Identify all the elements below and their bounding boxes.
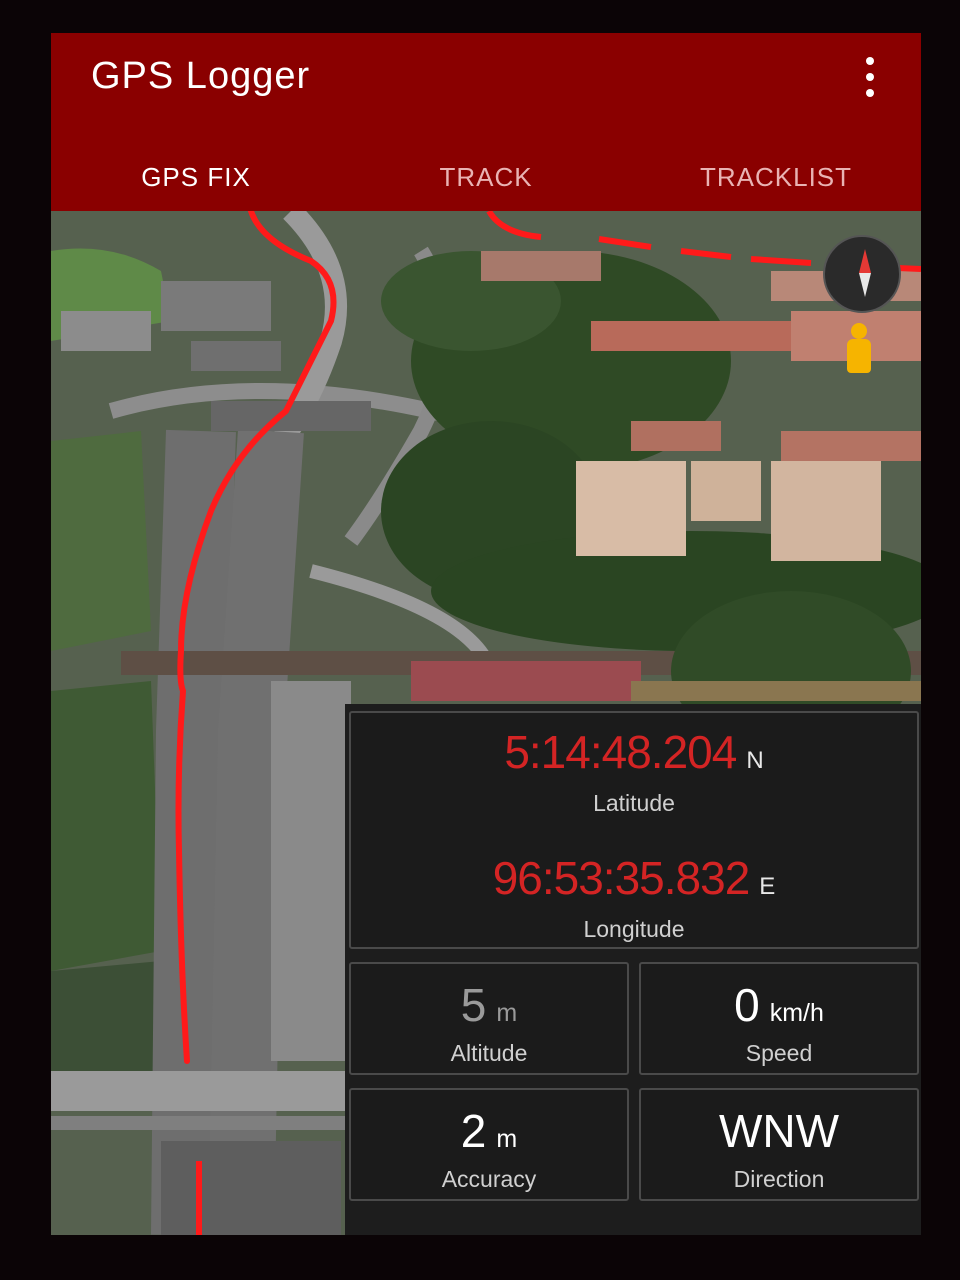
speed-unit: km/h — [769, 999, 824, 1027]
tab-bar: GPS FIX TRACK TRACKLIST — [51, 143, 921, 211]
direction-label: Direction — [733, 1166, 825, 1192]
speed-value: 0 — [734, 979, 760, 1031]
tab-gps-fix[interactable]: GPS FIX — [51, 143, 341, 211]
altitude-unit: m — [496, 999, 518, 1027]
direction-card: WNW Direction — [639, 1088, 919, 1201]
tab-track[interactable]: TRACK — [341, 143, 631, 211]
longitude-value: 96:53:35.832 — [492, 852, 751, 904]
gps-fix-panel: 5:14:48.204 N Latitude 96:53:35.832 E Long… — [345, 704, 921, 1235]
accuracy-label: Accuracy — [441, 1166, 537, 1192]
longitude-hemisphere: E — [759, 873, 776, 900]
direction-value: WNW — [718, 1105, 840, 1157]
latitude-row: 5:14:48.204 N — [351, 725, 917, 779]
longitude-label: Longitude — [583, 916, 685, 942]
coordinates-card: 5:14:48.204 N Latitude 96:53:35.832 E Long… — [349, 711, 919, 949]
compass-icon[interactable] — [823, 235, 901, 313]
app-bar: GPS Logger GPS FIX TRACK TRACKLIST — [51, 33, 921, 211]
more-vert-icon[interactable] — [857, 57, 883, 97]
latitude-label: Latitude — [593, 790, 675, 816]
accuracy-card: 2m Accuracy — [349, 1088, 629, 1201]
latitude-hemisphere: N — [746, 747, 764, 774]
tab-tracklist[interactable]: TRACKLIST — [631, 143, 921, 211]
longitude-row: 96:53:35.832 E — [351, 851, 917, 905]
app-title: GPS Logger — [91, 55, 311, 97]
accuracy-unit: m — [496, 1125, 518, 1153]
latitude-value: 5:14:48.204 — [504, 726, 737, 778]
speed-label: Speed — [745, 1040, 813, 1066]
altitude-label: Altitude — [450, 1040, 528, 1066]
street-view-pegman-icon[interactable] — [841, 323, 877, 383]
altitude-card: 5m Altitude — [349, 962, 629, 1075]
accuracy-value: 2 — [460, 1105, 487, 1157]
speed-card: 0 km/h Speed — [639, 962, 919, 1075]
altitude-value: 5 — [460, 979, 487, 1031]
app-window: GPS Logger GPS FIX TRACK TRACKLIST 5:14:… — [51, 33, 921, 1235]
